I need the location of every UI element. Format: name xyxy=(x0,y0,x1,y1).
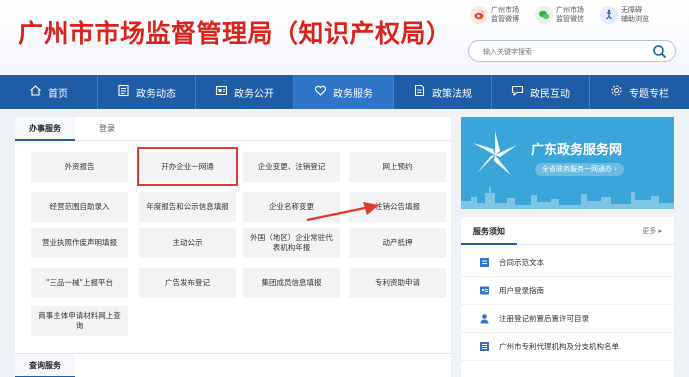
top-links: 广州市场 监管微博 广州市场 监管微信 无障碍 辅助浏览 xyxy=(470,6,657,24)
search-icon[interactable] xyxy=(652,44,667,59)
weibo-line2: 监管微博 xyxy=(491,15,519,23)
nav-open-gov-label: 政务公开 xyxy=(234,88,274,100)
nav-interaction[interactable]: 政民互动 xyxy=(492,75,590,109)
site-header: 广州市市场监督管理局（知识产权局） 广州市场 监管微博 广州市场 监管微信 无障… xyxy=(0,0,689,75)
notice-item[interactable]: 注册登记前置后置许可目录 xyxy=(461,305,674,333)
query-tabs: 查询服务 xyxy=(15,353,451,377)
notice-item-label: 合同示范文本 xyxy=(499,258,544,267)
notice-title-underline xyxy=(461,243,517,245)
notice-item-label: 广州市专利代理机构及分支机构名单 xyxy=(499,342,619,351)
skyline-graphic xyxy=(461,187,674,209)
nav-news-label: 政务动态 xyxy=(136,88,176,100)
wechat-icon xyxy=(535,6,553,24)
service-button[interactable]: 外国（地区）企业常驻代表机构年报 xyxy=(243,228,340,258)
service-button[interactable]: 网上预约 xyxy=(349,152,446,182)
nav-policy-label: 政策法规 xyxy=(432,88,472,100)
gd-gov-service-banner[interactable]: 广东政务服务网 全省政务服务一网通办 › xyxy=(461,117,674,209)
nav-gov-service-label: 政务服务 xyxy=(333,88,373,100)
site-title: 广州市市场监督管理局（知识产权局） xyxy=(18,19,452,48)
service-button[interactable]: 动产抵押 xyxy=(349,228,446,258)
notice-item-label: 注册登记前置后置许可目录 xyxy=(499,314,589,323)
accessibility-line2: 辅助浏览 xyxy=(621,15,649,23)
weibo-line1: 广州市场 xyxy=(491,6,519,14)
annotation-arrow xyxy=(306,202,379,222)
notice-item[interactable]: 广州市专利代理机构及分支机构名单 xyxy=(461,333,674,361)
nav-policy[interactable]: 政策法规 xyxy=(394,75,492,109)
nav-home[interactable]: 首页 xyxy=(0,75,98,109)
notice-item[interactable]: 用户登录指南 xyxy=(461,277,674,305)
search-box xyxy=(468,40,676,62)
search-input[interactable] xyxy=(483,44,643,59)
service-button[interactable]: 营业执照作废声明填报 xyxy=(31,228,128,258)
banner-title: 广东政务服务网 xyxy=(531,143,623,158)
service-button[interactable]: 年度报告和公示信息填报 xyxy=(139,192,236,222)
news-icon xyxy=(117,84,130,100)
highlight-box xyxy=(137,147,238,186)
open-gov-icon xyxy=(215,84,228,100)
accessibility-link[interactable]: 无障碍 辅助浏览 xyxy=(600,6,657,24)
wechat-line1: 广州市场 xyxy=(556,6,584,14)
service-button[interactable]: 专利资助申请 xyxy=(349,268,446,298)
notice-title: 服务须知 xyxy=(473,227,505,236)
service-button[interactable]: "三品一械"上报平台 xyxy=(31,268,128,298)
weibo-icon xyxy=(470,6,488,24)
contract-icon xyxy=(473,255,495,271)
service-button[interactable]: 经营范围自助录入 xyxy=(31,192,128,222)
service-panel: 办事服务 登录 外资报告 开办企业一网通 企业变更、注销登记 网上预约 经营范围… xyxy=(15,117,451,377)
notice-more-link[interactable]: 更多 ▸ xyxy=(642,226,662,236)
nav-home-label: 首页 xyxy=(48,88,68,100)
nav-interaction-label: 政民互动 xyxy=(530,88,570,100)
service-button[interactable]: 商事主体申请材料网上查询 xyxy=(31,306,128,336)
list-icon xyxy=(473,339,495,355)
home-icon xyxy=(29,84,42,100)
service-button[interactable]: 主动公示 xyxy=(139,228,236,258)
gd-gov-logo-icon xyxy=(473,131,517,175)
banner-subtitle: 全省政务服务一网通办 › xyxy=(535,163,625,176)
service-notice-panel: 服务须知 更多 ▸ 合同示范文本 用户登录指南 注册登记前置后置许可目录 广州市… xyxy=(461,217,674,377)
wechat-line2: 监管微信 xyxy=(556,15,584,23)
heart-icon xyxy=(314,84,327,100)
notice-item-label: 用户登录指南 xyxy=(499,286,544,295)
nav-special-label: 专题专栏 xyxy=(629,88,669,100)
chat-icon xyxy=(511,84,524,100)
tab-login[interactable]: 登录 xyxy=(85,117,129,141)
service-button[interactable]: 企业变更、注销登记 xyxy=(243,152,340,182)
wechat-link[interactable]: 广州市场 监管微信 xyxy=(535,6,592,24)
document-icon xyxy=(413,84,426,100)
nav-gov-service[interactable]: 政务服务 xyxy=(294,75,394,109)
nav-news[interactable]: 政务动态 xyxy=(98,75,196,109)
nav-open-gov[interactable]: 政务公开 xyxy=(196,75,294,109)
accessibility-icon xyxy=(600,6,618,24)
user-icon xyxy=(473,311,495,327)
nav-special[interactable]: 专题专栏 xyxy=(590,75,689,109)
notice-item[interactable]: 合同示范文本 xyxy=(461,249,674,277)
accessibility-line1: 无障碍 xyxy=(621,6,642,14)
service-button[interactable]: 集团成员信息填报 xyxy=(243,268,340,298)
service-tabs: 办事服务 登录 xyxy=(15,117,451,141)
weibo-link[interactable]: 广州市场 监管微博 xyxy=(470,6,527,24)
service-button[interactable]: 外资报告 xyxy=(31,152,128,182)
gear-icon xyxy=(610,84,623,100)
tab-query[interactable]: 查询服务 xyxy=(15,354,75,377)
notice-header: 服务须知 更多 ▸ xyxy=(461,217,674,245)
login-guide-icon xyxy=(473,283,495,299)
main-nav: 首页 政务动态 政务公开 政务服务 政策法规 政民互动 专题专栏 xyxy=(0,75,689,109)
tab-services[interactable]: 办事服务 xyxy=(15,117,75,141)
service-button[interactable]: 广告发布登记 xyxy=(139,268,236,298)
